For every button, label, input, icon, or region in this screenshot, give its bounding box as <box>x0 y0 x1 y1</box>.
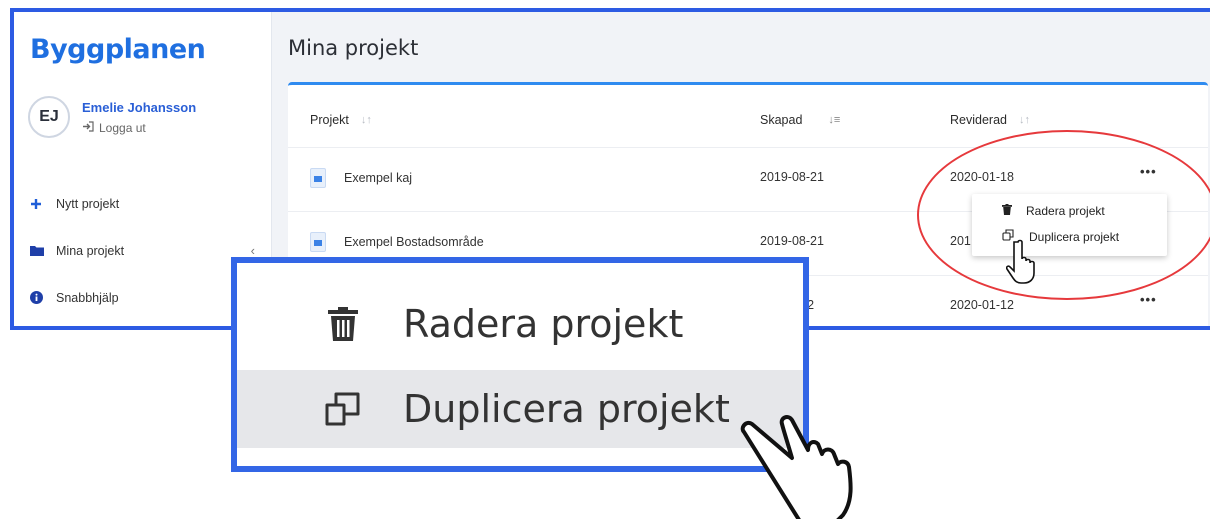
column-label: Projekt <box>310 113 349 127</box>
sidebar-item-label: Snabbhjälp <box>56 290 119 305</box>
tutorial-screenshot: Byggplanen EJ Emelie Johansson Logga ut <box>0 0 1213 519</box>
sort-asc-icon: ↓≡ <box>828 114 841 126</box>
menu-item-label: Radera projekt <box>403 302 684 346</box>
logout-link[interactable]: Logga ut <box>82 121 196 135</box>
sidebar-item-new-project[interactable]: Nytt projekt <box>30 180 255 227</box>
sidebar-item-my-projects[interactable]: Mina projekt ‹ <box>30 227 255 274</box>
info-icon <box>30 291 56 304</box>
zoomed-menu-item-delete-project[interactable]: Radera projekt <box>237 285 803 363</box>
sidebar-item-label: Mina projekt <box>56 243 125 258</box>
project-name[interactable]: Exempel kaj <box>344 171 412 185</box>
large-hand-cursor-icon <box>740 415 853 519</box>
more-options-button[interactable]: ••• <box>1140 292 1157 307</box>
revised-date: 2020-01-12 <box>950 298 1014 312</box>
avatar[interactable]: EJ <box>28 96 70 138</box>
created-date: 2019-08-21 <box>760 170 824 184</box>
created-date: 2019-08-21 <box>760 234 824 248</box>
user-name[interactable]: Emelie Johansson <box>82 100 196 115</box>
highlight-ellipse <box>917 130 1210 300</box>
sidebar-item-label: Nytt projekt <box>56 196 120 211</box>
column-label: Skapad <box>760 113 803 127</box>
folder-icon <box>30 245 56 256</box>
project-name[interactable]: Exempel Bostadsområde <box>344 235 484 249</box>
user-panel: EJ Emelie Johansson Logga ut <box>28 96 196 138</box>
file-icon <box>310 232 326 252</box>
duplicate-icon <box>313 391 373 427</box>
plus-icon <box>30 198 56 210</box>
sidebar-item-quick-help[interactable]: Snabbhjälp <box>30 274 255 321</box>
zoomed-menu-item-duplicate-project[interactable]: Duplicera projekt <box>237 370 803 448</box>
brand-logo[interactable]: Byggplanen <box>30 34 206 65</box>
file-icon <box>310 168 326 188</box>
sort-icon: ↓↑ <box>1018 114 1030 126</box>
page-title: Mina projekt <box>288 36 419 60</box>
column-header-created[interactable]: Skapad ↓≡ <box>760 113 840 127</box>
trash-icon <box>313 307 373 341</box>
zoomed-context-menu: Radera projekt Duplicera projekt <box>232 258 808 471</box>
sidebar-nav: Nytt projekt Mina projekt ‹ Snabbhjälp <box>30 180 255 321</box>
chevron-left-icon[interactable]: ‹ <box>251 243 255 258</box>
sort-icon: ↓↑ <box>360 114 372 126</box>
logout-label: Logga ut <box>99 120 146 135</box>
column-label: Reviderad <box>950 113 1007 127</box>
menu-item-label: Duplicera projekt <box>403 387 730 431</box>
column-header-project[interactable]: Projekt ↓↑ <box>310 113 372 127</box>
logout-icon <box>82 120 94 135</box>
column-header-revised[interactable]: Reviderad ↓↑ <box>950 113 1030 127</box>
